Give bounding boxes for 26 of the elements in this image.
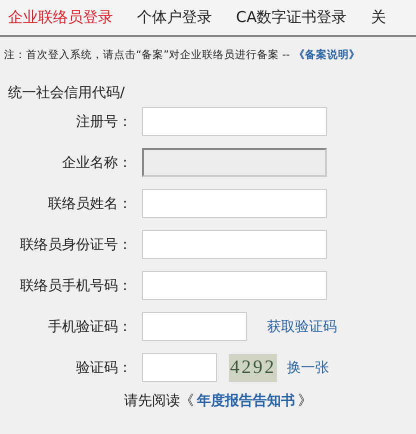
- tab[interactable]: 个体户登录: [137, 6, 212, 35]
- field-label: 联络员姓名：: [47, 194, 133, 212]
- field-label: 联络员手机号码：: [19, 276, 133, 294]
- input-field[interactable]: [142, 230, 327, 259]
- note-text: 注：首次登入系统，请点击“备案”对企业联络员进行备案 --: [4, 48, 290, 62]
- refresh-captcha-link[interactable]: 换一张: [287, 358, 329, 376]
- field-label: 联络员身份证号：: [19, 236, 133, 254]
- field-label: 统一社会信用代码/: [7, 84, 126, 101]
- field-label: 企业名称：: [61, 154, 133, 172]
- notice-text: 请先阅读《: [124, 392, 194, 410]
- input-field[interactable]: [142, 107, 327, 136]
- captcha-image: 4292: [229, 354, 277, 382]
- annual-report-link[interactable]: 年度报告告知书: [197, 392, 295, 410]
- get-code-link[interactable]: 获取验证码: [267, 318, 337, 336]
- tab[interactable]: CA数字证书登录: [236, 6, 347, 35]
- input-field[interactable]: [142, 353, 217, 382]
- input-field[interactable]: [142, 189, 327, 218]
- field-label: 手机验证码：: [47, 318, 133, 336]
- field-label: 注册号：: [75, 112, 133, 130]
- field-label: 验证码：: [75, 358, 133, 376]
- input-field[interactable]: [142, 312, 247, 341]
- filing-guide-link[interactable]: 《备案说明》: [294, 48, 360, 62]
- notice-bracket: 》: [298, 392, 312, 410]
- tab[interactable]: 企业联络员登录: [8, 6, 113, 35]
- tab[interactable]: 关: [370, 6, 386, 35]
- input-field[interactable]: [142, 271, 327, 300]
